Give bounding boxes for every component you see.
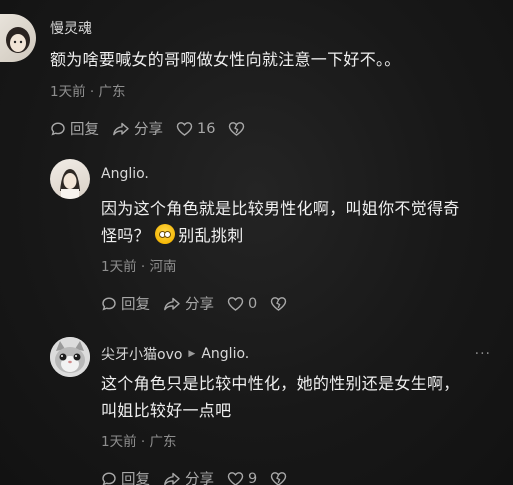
heart-icon bbox=[227, 471, 244, 485]
comment-actions: 回复 分享 0 bbox=[101, 293, 300, 314]
avatar[interactable] bbox=[50, 159, 90, 199]
heart-icon bbox=[176, 121, 193, 136]
comment-text: 这个角色只是比较中性化，她的性别还是女生啊， 叫姐比较好一点吧 bbox=[101, 374, 460, 420]
dislike-heart-icon bbox=[271, 471, 287, 485]
like-count: 16 bbox=[197, 120, 216, 137]
reply-button[interactable]: 回复 bbox=[50, 118, 99, 139]
reply-label: 回复 bbox=[121, 297, 150, 313]
reply-button[interactable]: 回复 bbox=[101, 293, 150, 314]
comment-meta: 1天前 · 河南 bbox=[101, 259, 177, 275]
like-count: 9 bbox=[248, 470, 258, 485]
like-count: 0 bbox=[248, 295, 258, 312]
reply-label: 回复 bbox=[70, 122, 99, 138]
heart-icon bbox=[227, 296, 244, 311]
comment-author[interactable]: 尖牙小猫ovo ▶ Anglio. bbox=[101, 344, 249, 364]
reply-button[interactable]: 回复 bbox=[101, 468, 150, 485]
reply-to-author[interactable]: Anglio. bbox=[201, 346, 249, 362]
share-icon bbox=[113, 122, 129, 135]
comment-icon bbox=[51, 121, 65, 135]
comment-text: 额为啥要喊女的哥啊做女性向就注意一下好不。。 bbox=[50, 50, 401, 69]
comment-author[interactable]: 慢灵魂 bbox=[50, 18, 92, 38]
comment-icon bbox=[102, 296, 116, 310]
share-label: 分享 bbox=[185, 297, 214, 313]
share-button[interactable]: 分享 bbox=[163, 468, 214, 485]
like-button[interactable]: 0 bbox=[227, 296, 257, 312]
comment-meta: 1天前 · 广东 bbox=[50, 84, 126, 100]
comment-author[interactable]: Anglio. bbox=[101, 166, 149, 182]
share-icon bbox=[164, 472, 180, 485]
dislike-heart-icon bbox=[229, 121, 245, 136]
comment-text: 因为这个角色就是比较男性化啊，叫姐你不觉得奇 怪吗？ 别乱挑刺 bbox=[101, 199, 460, 245]
dislike-button[interactable] bbox=[228, 121, 245, 137]
reply-label: 回复 bbox=[121, 472, 150, 485]
share-label: 分享 bbox=[185, 472, 214, 485]
share-button[interactable]: 分享 bbox=[112, 118, 163, 139]
avatar[interactable] bbox=[50, 337, 90, 377]
more-options-button[interactable]: ··· bbox=[475, 346, 491, 362]
dislike-heart-icon bbox=[271, 296, 287, 311]
share-button[interactable]: 分享 bbox=[163, 293, 214, 314]
comment-actions: 回复 分享 9 bbox=[101, 468, 300, 485]
avatar[interactable] bbox=[0, 14, 36, 62]
comment-meta: 1天前 · 广东 bbox=[101, 434, 177, 450]
like-button[interactable]: 9 bbox=[227, 471, 257, 485]
share-label: 分享 bbox=[134, 122, 163, 138]
like-button[interactable]: 16 bbox=[176, 121, 215, 137]
dislike-button[interactable] bbox=[270, 296, 287, 312]
emoji-icon bbox=[155, 224, 176, 244]
dislike-button[interactable] bbox=[270, 471, 287, 485]
reply-arrow-icon: ▶ bbox=[188, 349, 196, 359]
share-icon bbox=[164, 297, 180, 310]
comment-actions: 回复 分享 16 bbox=[50, 118, 258, 139]
comment-icon bbox=[102, 471, 116, 485]
